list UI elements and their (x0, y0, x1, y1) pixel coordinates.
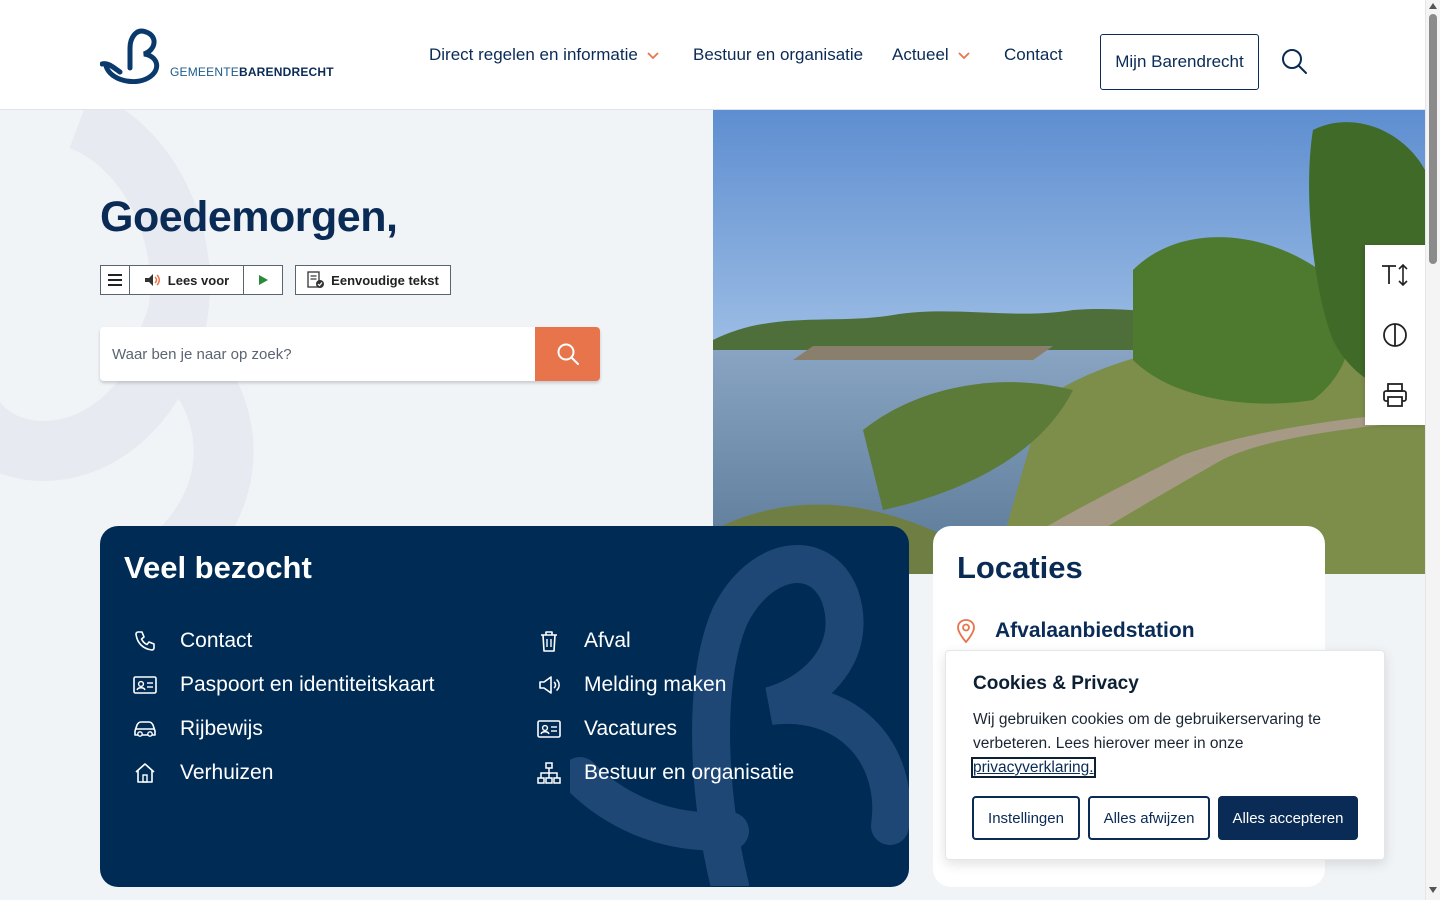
simple-text-icon (307, 271, 325, 288)
location-afvalaanbiedstation[interactable]: Afvalaanbiedstation (955, 618, 1195, 644)
search-icon (557, 343, 579, 365)
eenvoudige-tekst-button[interactable]: Eenvoudige tekst (295, 265, 451, 295)
link-rijbewijs[interactable]: Rijbewijs (132, 716, 263, 742)
print-icon (1383, 383, 1407, 407)
text-size-icon (1382, 263, 1408, 287)
veel-bezocht-title: Veel bezocht (124, 550, 312, 585)
link-paspoort[interactable]: Paspoort en identiteitskaart (132, 672, 434, 698)
link-vacatures[interactable]: Vacatures (536, 716, 677, 742)
nav-actueel[interactable]: Actueel (892, 0, 971, 110)
cookie-settings-button[interactable]: Instellingen (972, 796, 1080, 840)
speaker-icon (144, 274, 160, 286)
eenvoudige-tekst-label: Eenvoudige tekst (331, 272, 439, 288)
chevron-down-icon (647, 52, 659, 60)
link-contact[interactable]: Contact (132, 628, 252, 654)
scroll-down-arrow-icon[interactable] (1429, 887, 1437, 893)
mijn-barendrecht-button[interactable]: Mijn Barendrecht (1100, 34, 1259, 90)
veel-bezocht-panel: Veel bezocht Contact Paspoort en identit… (100, 526, 909, 887)
nav-label: Actueel (892, 45, 949, 64)
gemeente-barendrecht-logo[interactable]: GEMEENTEBARENDRECHT (99, 28, 340, 84)
nav-contact[interactable]: Contact (1004, 0, 1063, 110)
link-label: Melding maken (584, 673, 727, 696)
contrast-button[interactable] (1365, 305, 1425, 365)
link-label: Contact (180, 629, 253, 652)
readspeaker-play-button[interactable] (244, 266, 282, 294)
nav-bestuur[interactable]: Bestuur en organisatie (693, 0, 863, 110)
privacy-link[interactable]: privacyverklaring. (971, 757, 1096, 778)
greeting-heading: Goedemorgen, (100, 193, 398, 241)
cookie-consent-dialog: Cookies & Privacy Wij gebruiken cookies … (945, 650, 1385, 860)
accessibility-toolbar (1365, 245, 1425, 425)
play-icon (259, 275, 268, 285)
hero-search (100, 327, 600, 381)
link-label: Rijbewijs (180, 717, 263, 740)
lees-voor-label: Lees voor (167, 272, 230, 288)
id-card-icon (132, 672, 158, 698)
logo-name: BARENDRECHT (238, 65, 334, 79)
logo-prefix: GEMEENTE (170, 65, 239, 79)
megaphone-icon (536, 672, 562, 698)
locaties-title: Locaties (957, 550, 1083, 585)
cookie-title: Cookies & Privacy (973, 673, 1139, 694)
search-icon[interactable] (1280, 47, 1308, 75)
scroll-up-arrow-icon[interactable] (1429, 3, 1437, 9)
link-verhuizen[interactable]: Verhuizen (132, 760, 273, 786)
phone-icon (132, 628, 158, 654)
readspeaker-bar: Lees voor (100, 265, 283, 295)
cookie-accept-button[interactable]: Alles accepteren (1218, 796, 1358, 840)
nav-direct-regelen[interactable]: Direct regelen en informatie (429, 0, 660, 110)
contrast-icon (1383, 323, 1407, 347)
page-scrollbar[interactable] (1425, 0, 1440, 900)
nav-label: Direct regelen en informatie (429, 45, 638, 64)
link-melding-maken[interactable]: Melding maken (536, 672, 726, 698)
print-button[interactable] (1365, 365, 1425, 425)
background-b-watermark (570, 545, 909, 886)
link-label: Verhuizen (180, 761, 274, 784)
link-label: Vacatures (584, 717, 677, 740)
cookie-body: Wij gebruiken cookies om de gebruikerser… (973, 711, 1322, 752)
car-icon (132, 716, 158, 742)
contact-card-icon (536, 716, 562, 742)
hero-left-panel (0, 110, 713, 526)
location-label: Afvalaanbiedstation (995, 619, 1195, 642)
nav-label: Contact (1004, 45, 1063, 64)
cookie-reject-button[interactable]: Alles afwijzen (1088, 796, 1210, 840)
readspeaker-menu-button[interactable] (101, 266, 130, 294)
location-pin-icon (957, 619, 975, 644)
search-submit-button[interactable] (535, 327, 600, 381)
search-input[interactable] (100, 327, 535, 381)
nav-label: Bestuur en organisatie (693, 45, 864, 64)
home-icon (132, 760, 158, 786)
logo-text: GEMEENTEBARENDRECHT (170, 65, 334, 79)
org-chart-icon (536, 760, 562, 786)
menu-icon (108, 274, 122, 286)
background-b-watermark (0, 110, 254, 526)
link-label: Afval (584, 629, 631, 652)
site-header: GEMEENTEBARENDRECHT Direct regelen en in… (0, 0, 1425, 110)
scroll-thumb[interactable] (1429, 14, 1437, 264)
logo-b-mark (99, 28, 160, 84)
trash-icon (536, 628, 562, 654)
link-afval[interactable]: Afval (536, 628, 631, 654)
cookie-text: Wij gebruiken cookies om de gebruikerser… (971, 708, 1363, 780)
link-label: Bestuur en organisatie (584, 761, 795, 784)
hero-photo-boardwalk (713, 110, 1425, 574)
chevron-down-icon (958, 52, 970, 60)
lees-voor-button[interactable]: Lees voor (130, 266, 244, 294)
text-size-button[interactable] (1365, 245, 1425, 305)
link-label: Paspoort en identiteitskaart (180, 673, 435, 696)
link-bestuur[interactable]: Bestuur en organisatie (536, 760, 794, 786)
